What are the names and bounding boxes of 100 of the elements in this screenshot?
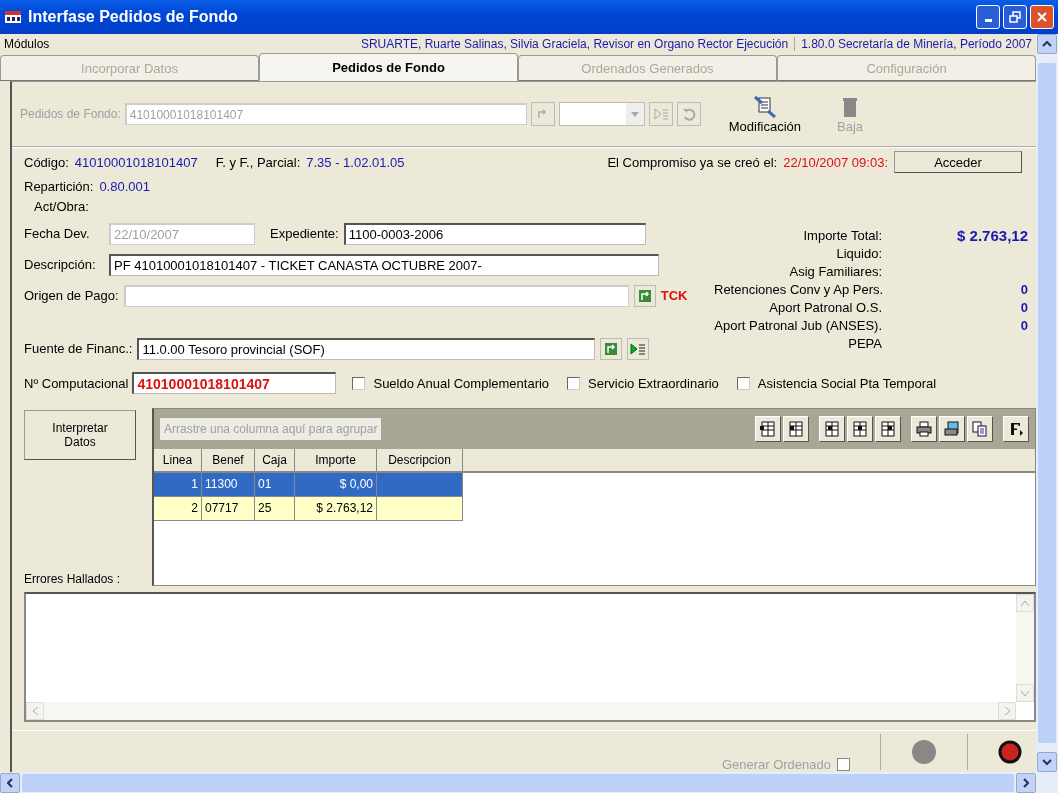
fyf-label: F. y F., Parcial: — [215, 154, 301, 170]
interpretar-button[interactable]: Interpretar Datos — [24, 410, 136, 460]
columns-icon — [760, 421, 776, 437]
scroll-right-button[interactable] — [1016, 772, 1036, 793]
play-list-icon — [630, 341, 647, 356]
grid-row[interactable]: 1 11300 01 $ 0,00 — [154, 473, 463, 497]
close-icon — [1036, 11, 1048, 23]
maximize-button[interactable] — [1003, 5, 1027, 29]
vertical-scrollbar[interactable] — [1036, 34, 1058, 772]
dropdown-field[interactable] — [558, 102, 645, 126]
document-arrows-icon — [752, 94, 777, 119]
checkbox[interactable] — [567, 376, 581, 390]
scroll-down-button[interactable] — [1037, 752, 1057, 772]
table-cell: 25 — [258, 501, 272, 515]
origen-code: TCK — [660, 288, 688, 303]
caret-right-icon — [1023, 777, 1029, 788]
grid-row[interactable]: 2 07717 25 $ 2.763,12 — [154, 497, 463, 521]
errors-label: Errores Hallados : — [24, 572, 122, 586]
grid-toolbar-button[interactable] — [967, 416, 993, 442]
grid-toolbar-button[interactable] — [875, 416, 901, 442]
caret-icon — [630, 111, 639, 117]
window-title: Interfase Pedidos de Fondo — [28, 8, 239, 26]
table-cell: 07717 — [205, 501, 239, 515]
expediente-field[interactable]: 1100-0003-2006 — [343, 222, 646, 245]
scroll-up-button[interactable] — [1037, 34, 1057, 54]
grid-toolbar-button[interactable] — [939, 416, 965, 442]
minimize-icon — [984, 19, 992, 22]
stop-icon[interactable] — [998, 739, 1022, 764]
acceder-button[interactable]: Acceder — [894, 151, 1022, 173]
origen-label: Origen de Pago: — [24, 288, 119, 303]
column-header[interactable]: Linea — [154, 449, 202, 471]
caret-down-icon — [1042, 759, 1052, 765]
column-header[interactable]: Importe — [295, 449, 377, 471]
checkbox-label: Sueldo Anual Complementario — [373, 375, 550, 391]
fuente-field[interactable]: 11.0.00 Tesoro provincial (SOF) — [137, 337, 596, 360]
table-cell: 11300 — [205, 477, 238, 491]
table-cell: $ 0,00 — [339, 477, 373, 491]
scrollbar-thumb[interactable] — [1038, 63, 1056, 743]
search-button[interactable] — [633, 284, 656, 307]
table-cell: $ 2.763,12 — [316, 501, 373, 515]
caret-left-icon — [32, 707, 38, 715]
checkbox[interactable] — [352, 376, 366, 390]
scrollbar-thumb[interactable] — [22, 773, 1014, 792]
grid-toolbar-button[interactable] — [755, 416, 781, 442]
total-label: Aport Patronal O.S. — [768, 299, 882, 315]
grid-toolbar-button[interactable] — [783, 416, 809, 442]
checkbox-label: Servicio Extraordinario — [588, 375, 719, 391]
copy-icon — [972, 421, 988, 437]
arrow-icon — [637, 288, 652, 303]
descripcion-label: Descripción: — [24, 257, 97, 272]
total-value: 0 — [1020, 281, 1028, 297]
reparticion-value: 0.80.001 — [99, 178, 150, 194]
total-label: Aport Patronal Jub (ANSES). — [714, 317, 882, 333]
grid-toolbar-button[interactable] — [1003, 416, 1029, 442]
horizontal-scrollbar[interactable] — [0, 772, 1058, 793]
modules-label: Módulos — [3, 36, 51, 51]
app-icon — [4, 9, 22, 25]
descripcion-field[interactable]: PF 41010001018101407 - TICKET CANASTA OCTUBRE 2007- — [109, 253, 659, 276]
grid-icon — [880, 421, 896, 437]
modify-button[interactable]: Modificación — [720, 94, 809, 134]
grid-toolbar-button[interactable] — [819, 416, 845, 442]
checkbox[interactable] — [736, 376, 750, 390]
codigo-label: Código: — [24, 154, 69, 170]
caret-up-icon — [1021, 600, 1029, 606]
column-header[interactable]: Benef — [202, 449, 255, 471]
computacional-label: Nº Computacional — [24, 375, 129, 391]
version-info: 1.80.0 Secretaría de Minería, Período 2007 — [800, 36, 1033, 51]
table-cell: 01 — [258, 477, 272, 491]
arrow-icon — [604, 341, 619, 356]
total-label: PEPA — [847, 335, 882, 351]
column-header[interactable]: Caja — [255, 449, 295, 471]
play-list-icon — [652, 107, 669, 121]
search-button[interactable] — [600, 337, 623, 360]
column-header[interactable]: Descripcion — [377, 449, 463, 471]
scroll-left-button[interactable] — [0, 772, 20, 793]
font-icon — [1008, 421, 1024, 437]
caret-right-icon — [1004, 707, 1010, 715]
checkbox-label: Asistencia Social Pta Temporal — [757, 375, 937, 391]
close-button[interactable] — [1030, 5, 1054, 29]
group-by-area: Arrastre una columna aquí para agrupar — [160, 418, 382, 440]
reparticion-label: Repartición: — [24, 178, 94, 194]
tab[interactable]: Pedidos de Fondo — [259, 53, 518, 81]
compromiso-date: 22/10/2007 09:03: — [783, 154, 888, 170]
grid-toolbar-button[interactable] — [911, 416, 937, 442]
grid-toolbar-button[interactable] — [847, 416, 873, 442]
printer-icon — [916, 421, 932, 437]
generar-label: Generar Ordenado — [721, 757, 831, 772]
generar-checkbox[interactable] — [837, 758, 850, 771]
origen-field[interactable] — [123, 284, 629, 307]
play-list-button[interactable] — [627, 337, 650, 360]
table-cell: 2 — [191, 501, 198, 515]
table-cell: 1 — [191, 477, 198, 491]
codigo-value: 41010001018101407 — [74, 154, 198, 170]
computacional-field[interactable]: 41010001018101407 — [132, 372, 337, 394]
expediente-label: Expediente: — [270, 226, 339, 241]
minimize-button[interactable] — [976, 5, 1000, 29]
undo-icon — [681, 107, 696, 121]
total-value: $ 2.763,12 — [957, 226, 1028, 244]
fyf-value: 7.35 - 1.02.01.05 — [306, 154, 405, 170]
circle-icon[interactable] — [911, 738, 937, 765]
